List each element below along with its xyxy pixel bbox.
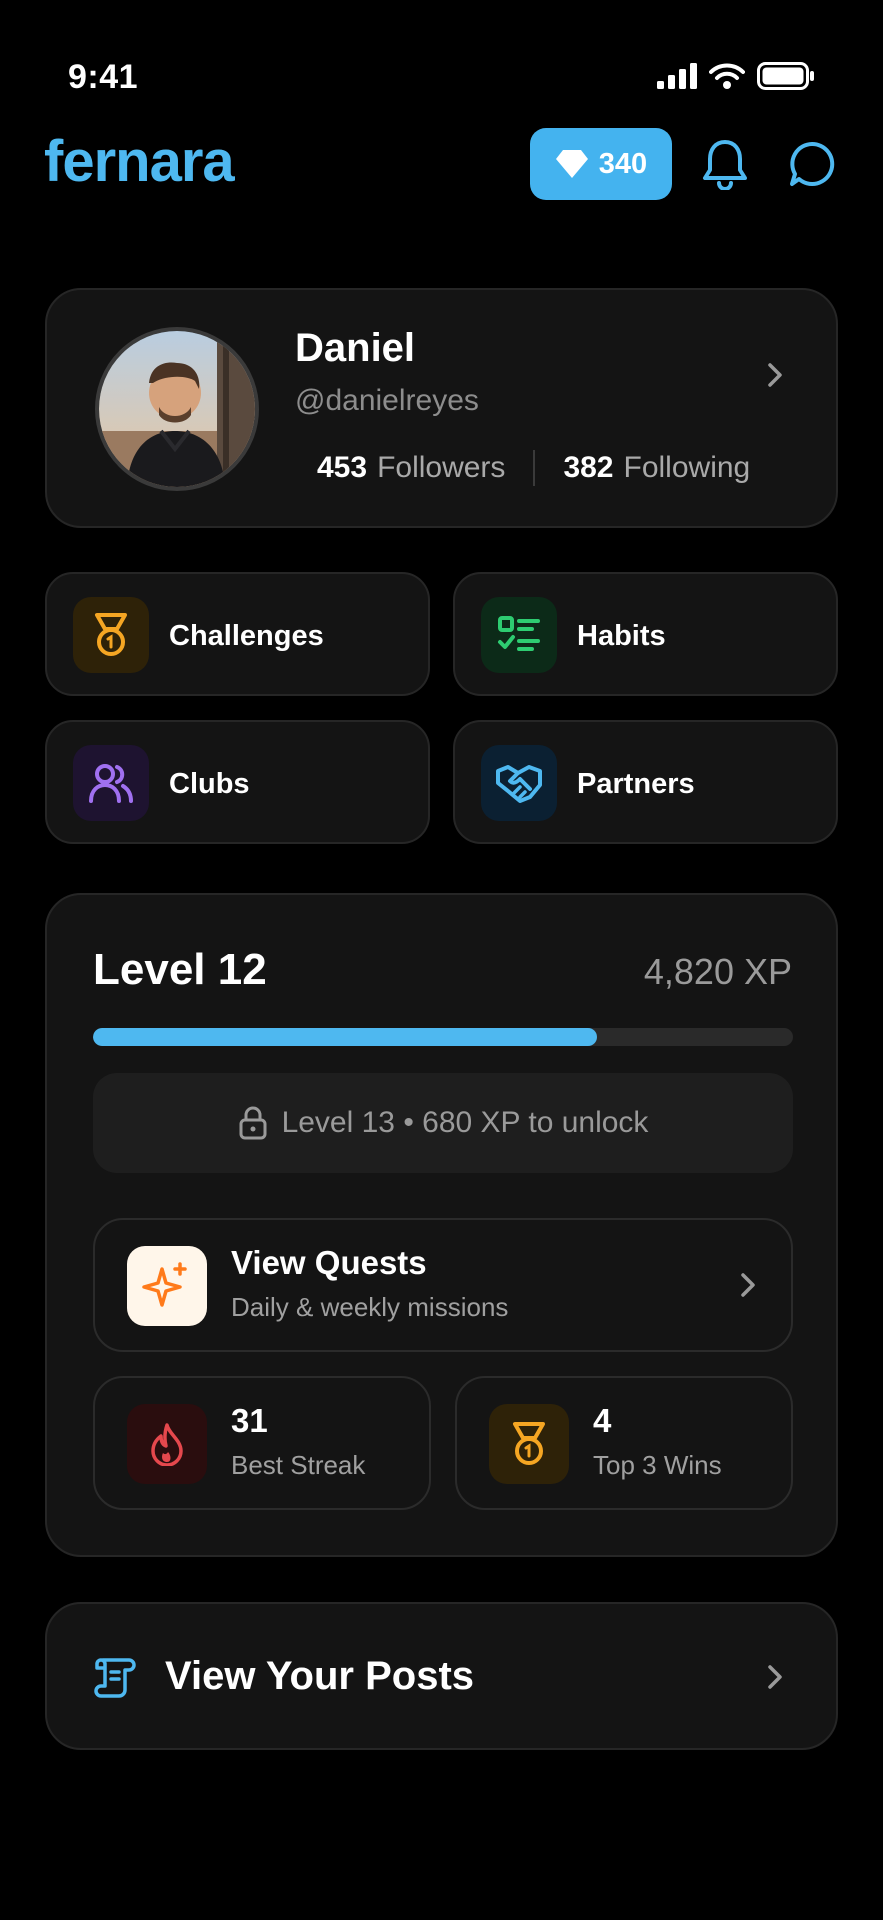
status-icons <box>657 62 815 90</box>
top-3-wins-card[interactable]: 4 Top 3 Wins <box>455 1376 793 1510</box>
tile-challenges[interactable]: Challenges <box>45 572 430 696</box>
profile-stats: 453 Followers 382 Following <box>317 450 750 486</box>
view-posts-label: View Your Posts <box>165 1654 475 1698</box>
gems-count: 340 <box>598 147 648 180</box>
messages-button[interactable] <box>786 138 838 190</box>
view-posts-button[interactable]: View Your Posts <box>45 1602 838 1750</box>
medal-icon <box>489 1404 569 1484</box>
wins-value: 4 <box>593 1402 612 1439</box>
lock-icon <box>239 1106 267 1140</box>
diamond-icon <box>555 150 588 178</box>
checklist-icon <box>481 597 557 673</box>
level-card: Level 12 4,820 XP Level 13 • 680 XP to u… <box>45 893 838 1557</box>
next-level-text: Level 13 • 680 XP to unlock <box>281 1106 649 1139</box>
notifications-button[interactable] <box>699 138 751 190</box>
chat-bubble-icon <box>790 141 835 186</box>
level-xp: 4,820 XP <box>643 951 792 992</box>
scroll-icon <box>94 1658 136 1698</box>
stats-divider <box>533 450 536 486</box>
tile-habits-label: Habits <box>577 620 666 652</box>
wins-label: Top 3 Wins <box>593 1450 722 1480</box>
tile-habits[interactable]: Habits <box>453 572 838 696</box>
avatar-photo <box>99 331 255 487</box>
streak-label: Best Streak <box>231 1450 366 1480</box>
chevron-right-icon <box>760 360 790 390</box>
followers-label[interactable]: Followers <box>377 451 505 485</box>
best-streak-card[interactable]: 31 Best Streak <box>93 1376 431 1510</box>
level-title: Level 12 <box>93 945 267 994</box>
tile-challenges-label: Challenges <box>169 620 324 652</box>
chevron-right-icon <box>760 1662 790 1692</box>
tile-partners-label: Partners <box>577 768 695 800</box>
next-level-banner: Level 13 • 680 XP to unlock <box>93 1073 793 1173</box>
battery-icon <box>757 62 814 90</box>
cellular-signal-icon <box>657 63 697 89</box>
quests-title: View Quests <box>231 1244 427 1281</box>
chevron-right-icon <box>733 1270 763 1300</box>
profile-card[interactable]: Daniel @danielreyes 453 Followers 382 Fo… <box>45 288 838 528</box>
followers-count[interactable]: 453 <box>317 451 367 485</box>
tile-partners[interactable]: Partners <box>453 720 838 844</box>
users-icon <box>73 745 149 821</box>
flame-icon <box>127 1404 207 1484</box>
status-time: 9:41 <box>68 58 139 96</box>
profile-name: Daniel <box>295 326 416 370</box>
profile-handle: @danielreyes <box>295 384 479 417</box>
view-quests-button[interactable]: View Quests Daily & weekly missions <box>93 1218 793 1352</box>
tile-clubs-label: Clubs <box>169 768 250 800</box>
following-count[interactable]: 382 <box>563 451 613 485</box>
status-bar: 9:41 <box>0 0 883 120</box>
following-label[interactable]: Following <box>624 451 751 485</box>
tile-clubs[interactable]: Clubs <box>45 720 430 844</box>
sparkle-icon <box>127 1246 207 1326</box>
level-progress-bar <box>93 1028 793 1046</box>
handshake-icon <box>481 745 557 821</box>
gems-balance-button[interactable]: 340 <box>530 128 672 200</box>
bell-icon <box>703 140 747 190</box>
streak-value: 31 <box>231 1402 268 1439</box>
wifi-icon <box>709 63 745 89</box>
quests-subtitle: Daily & weekly missions <box>231 1292 509 1322</box>
medal-icon <box>73 597 149 673</box>
app-logo[interactable]: fernara <box>44 128 235 195</box>
level-progress-fill <box>93 1028 597 1046</box>
avatar[interactable] <box>95 327 259 491</box>
